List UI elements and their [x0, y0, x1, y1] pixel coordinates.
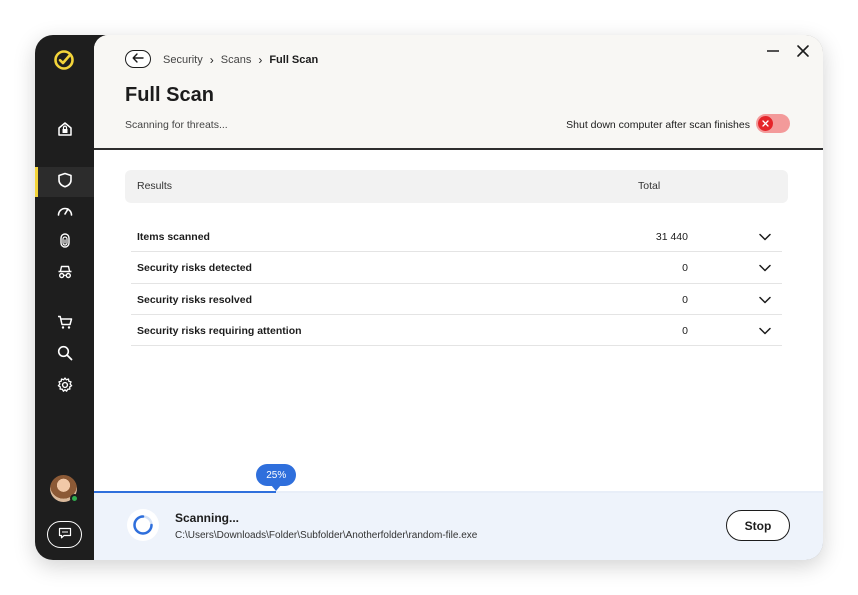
minimize-icon	[766, 44, 780, 63]
column-total: Total	[638, 180, 661, 192]
close-button[interactable]	[795, 44, 811, 63]
table-row[interactable]: Security risks requiring attention 0	[131, 315, 782, 347]
sidebar	[35, 35, 94, 560]
row-value: 0	[682, 262, 688, 275]
close-icon	[796, 44, 810, 63]
results-table-header: Results Total	[125, 170, 788, 203]
breadcrumb-scans[interactable]: Scans	[221, 54, 252, 66]
scan-subtitle: Scanning for threats...	[125, 119, 228, 131]
app-window: Security › Scans › Full Scan Full Scan S…	[35, 35, 823, 560]
row-label: Security risks resolved	[137, 293, 252, 306]
row-value: 0	[682, 293, 688, 306]
minimize-button[interactable]	[765, 45, 781, 61]
shield-icon	[56, 171, 74, 194]
table-row[interactable]: Security risks resolved 0	[131, 284, 782, 315]
breadcrumb-security[interactable]: Security	[163, 54, 203, 66]
arrow-left-icon	[132, 50, 144, 68]
house-lock-icon	[56, 120, 74, 143]
sidebar-item-performance[interactable]	[35, 198, 94, 228]
sidebar-item-shopping[interactable]	[35, 309, 94, 339]
scan-status-title: Scanning...	[175, 511, 240, 525]
page-title: Full Scan	[125, 84, 214, 106]
chevron-right-icon: ›	[209, 53, 214, 67]
fingerprint-icon	[56, 232, 74, 255]
progress-percent-badge: 25%	[256, 464, 297, 491]
table-row[interactable]: Security risks detected 0	[131, 252, 782, 284]
gear-icon	[56, 376, 74, 399]
table-row[interactable]: Items scanned 31 440	[131, 221, 782, 253]
breadcrumb: Security › Scans › Full Scan	[163, 53, 318, 67]
chat-bubble-icon	[58, 526, 72, 544]
spinner-icon	[127, 509, 159, 541]
incognito-icon	[56, 263, 74, 286]
speedometer-icon	[56, 202, 74, 225]
shutdown-label: Shut down computer after scan finishes	[566, 119, 750, 131]
sidebar-item-search[interactable]	[35, 340, 94, 370]
breadcrumb-current: Full Scan	[269, 54, 319, 66]
sidebar-item-security[interactable]	[35, 167, 94, 197]
sidebar-item-identity[interactable]	[35, 228, 94, 258]
column-results: Results	[137, 180, 173, 192]
chat-button[interactable]	[47, 521, 82, 548]
sidebar-item-settings[interactable]	[35, 372, 94, 402]
row-value: 31 440	[655, 231, 688, 243]
online-status-icon	[70, 494, 79, 503]
row-label: Security risks requiring attention	[137, 324, 302, 337]
cart-icon	[56, 313, 74, 336]
chevron-right-icon: ›	[258, 53, 263, 67]
main-panel: Security › Scans › Full Scan Full Scan S…	[94, 35, 823, 560]
back-button[interactable]	[125, 50, 151, 68]
search-icon	[56, 344, 74, 367]
chevron-down-icon[interactable]	[758, 230, 772, 244]
results-table: Items scanned 31 440 Security risks dete…	[131, 221, 782, 347]
norton-check-logo[interactable]	[52, 48, 76, 72]
chevron-down-icon[interactable]	[758, 324, 772, 338]
chevron-down-icon[interactable]	[758, 293, 772, 307]
scan-status-bar: Scanning... C:\Users\Downloads\Folder\Su…	[94, 493, 823, 560]
row-label: Items scanned	[137, 231, 210, 243]
sidebar-item-home[interactable]	[35, 116, 94, 146]
row-label: Security risks detected	[137, 262, 252, 275]
avatar[interactable]	[50, 475, 79, 503]
stop-button[interactable]: Stop	[726, 510, 790, 541]
row-value: 0	[682, 324, 688, 337]
shutdown-toggle[interactable]	[756, 114, 790, 133]
sidebar-item-privacy[interactable]	[35, 259, 94, 289]
toggle-off-icon	[758, 116, 773, 131]
chevron-down-icon[interactable]	[758, 261, 772, 275]
page-header: Security › Scans › Full Scan Full Scan S…	[94, 35, 823, 150]
scan-current-file: C:\Users\Downloads\Folder\Subfolder\Anot…	[175, 530, 478, 541]
